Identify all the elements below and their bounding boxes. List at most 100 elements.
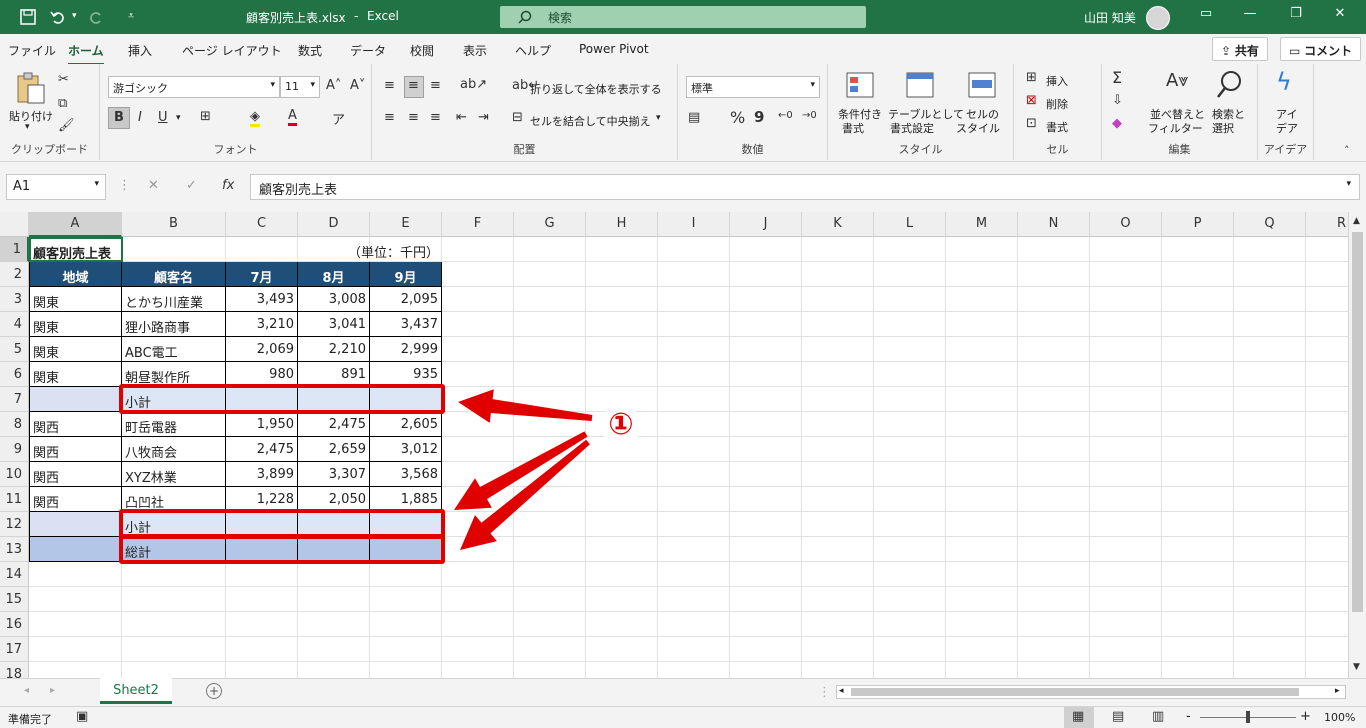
row-header-3[interactable]: 3: [0, 287, 29, 312]
font-size-dropdown[interactable]: 11 ▾: [280, 76, 320, 98]
cell-styles-icon[interactable]: [968, 72, 996, 98]
cell-region[interactable]: [29, 512, 122, 537]
row-header-15[interactable]: 15: [0, 587, 29, 612]
cell-customer[interactable]: とかち川産業: [122, 287, 226, 312]
row-header-14[interactable]: 14: [0, 562, 29, 587]
clear-icon[interactable]: ◆: [1112, 116, 1122, 131]
borders-icon[interactable]: ⊞: [200, 109, 211, 124]
select-all-corner[interactable]: [0, 212, 29, 237]
number-format-dropdown[interactable]: 標準 ▾: [686, 76, 820, 98]
ideas-icon[interactable]: ϟ: [1276, 68, 1292, 96]
column-header-b[interactable]: B: [122, 212, 226, 237]
zoom-slider-thumb[interactable]: [1246, 711, 1250, 723]
decrease-font-icon[interactable]: A˅: [350, 78, 365, 93]
sort-filter-label-2[interactable]: フィルター: [1148, 120, 1203, 136]
row-header-17[interactable]: 17: [0, 637, 29, 662]
zoom-level[interactable]: 100%: [1324, 711, 1355, 724]
merge-center-icon[interactable]: ⊟: [512, 110, 523, 125]
cell-customer[interactable]: XYZ林業: [122, 462, 226, 487]
scroll-left-icon[interactable]: ◂: [839, 686, 844, 696]
tab-file[interactable]: ファイル: [8, 42, 56, 59]
cell-value[interactable]: 3,899: [226, 462, 298, 487]
cell-value[interactable]: 2,475: [298, 412, 370, 437]
macro-record-icon[interactable]: ▣: [76, 709, 88, 724]
spreadsheet-grid[interactable]: ABCDEFGHIJKLMNOPQR 1 2 3 4 5 6 7 8 9 10 11 12 13 14 15…: [0, 212, 1348, 678]
find-select-label-2[interactable]: 選択: [1212, 120, 1234, 136]
tab-home[interactable]: ホーム: [68, 42, 104, 66]
save-icon[interactable]: [20, 9, 36, 25]
underline-dropdown-icon[interactable]: ▾: [176, 113, 181, 123]
paste-dropdown-icon[interactable]: ▾: [25, 122, 30, 132]
insert-cells-icon[interactable]: ⊞: [1026, 70, 1037, 85]
column-header-k[interactable]: K: [802, 212, 874, 237]
close-icon[interactable]: ✕: [1330, 6, 1350, 26]
column-header-n[interactable]: N: [1018, 212, 1090, 237]
format-cells-icon[interactable]: ⊡: [1026, 116, 1037, 131]
align-left-icon[interactable]: ≡: [384, 110, 395, 125]
cell-region[interactable]: [29, 387, 122, 412]
scroll-up-icon[interactable]: ▲: [1353, 216, 1360, 226]
zoom-in-button[interactable]: +: [1300, 709, 1311, 724]
cell-customer[interactable]: 町岳電器: [122, 412, 226, 437]
column-header-i[interactable]: I: [658, 212, 730, 237]
minimize-icon[interactable]: —: [1240, 6, 1260, 26]
phonetic-icon[interactable]: ア: [332, 109, 345, 128]
conditional-format-icon[interactable]: [846, 72, 874, 98]
ideas-label-2[interactable]: デア: [1276, 120, 1298, 136]
cancel-entry-icon[interactable]: ✕: [148, 178, 159, 193]
tab-help[interactable]: ヘルプ: [515, 42, 551, 59]
cell-customer[interactable]: ABC電工: [122, 337, 226, 362]
format-painter-icon[interactable]: 🖌: [58, 118, 75, 133]
bold-button[interactable]: B: [114, 110, 124, 125]
cell-value[interactable]: 3,307: [298, 462, 370, 487]
align-right-icon[interactable]: ≡: [430, 110, 441, 125]
cell-value[interactable]: 2,659: [298, 437, 370, 462]
cell-value[interactable]: 3,008: [298, 287, 370, 312]
page-layout-view-icon[interactable]: ▤: [1112, 709, 1124, 724]
next-sheet-icon[interactable]: ▸: [50, 685, 55, 696]
column-header-f[interactable]: F: [442, 212, 514, 237]
insert-function-button[interactable]: fx: [222, 178, 234, 193]
zoom-out-button[interactable]: -: [1186, 709, 1191, 724]
cell-region[interactable]: 関東: [29, 337, 122, 362]
decrease-indent-icon[interactable]: ⇤: [456, 110, 467, 125]
find-select-icon[interactable]: [1216, 70, 1242, 100]
page-break-view-icon[interactable]: ▥: [1152, 709, 1164, 724]
row-header-6[interactable]: 6: [0, 362, 29, 387]
cell-value[interactable]: 2,069: [226, 337, 298, 362]
row-header-2[interactable]: 2: [0, 262, 29, 287]
format-as-table-label-2[interactable]: 書式設定: [890, 120, 934, 136]
column-header-o[interactable]: O: [1090, 212, 1162, 237]
increase-decimal-icon[interactable]: ←0: [778, 110, 793, 121]
table-header-cell[interactable]: 顧客名: [122, 262, 226, 287]
horizontal-scrollbar[interactable]: ◂ ▸: [836, 685, 1346, 699]
increase-font-icon[interactable]: A˄: [326, 78, 341, 93]
tab-insert[interactable]: 挿入: [128, 42, 152, 59]
tab-data[interactable]: データ: [350, 42, 386, 59]
cell-value[interactable]: 2,999: [370, 337, 442, 362]
row-header-11[interactable]: 11: [0, 487, 29, 512]
add-sheet-button[interactable]: +: [206, 683, 222, 699]
font-name-dropdown[interactable]: 游ゴシック ▾: [108, 76, 280, 98]
column-header-p[interactable]: P: [1162, 212, 1234, 237]
customize-quick-access-icon[interactable]: ⩡: [128, 9, 134, 23]
insert-cells-button[interactable]: 挿入: [1046, 73, 1068, 89]
cut-icon[interactable]: ✂: [58, 72, 69, 87]
cell-region[interactable]: 関東: [29, 312, 122, 337]
tab-view[interactable]: 表示: [463, 42, 487, 59]
row-header-1[interactable]: 1: [0, 237, 29, 262]
cell-value[interactable]: 2,475: [226, 437, 298, 462]
redo-icon[interactable]: [88, 9, 104, 25]
accounting-format-icon[interactable]: ▤: [688, 110, 700, 125]
search-box[interactable]: 検索: [500, 6, 866, 28]
cell-value[interactable]: 2,605: [370, 412, 442, 437]
row-header-13[interactable]: 13: [0, 537, 29, 562]
table-header-cell[interactable]: 7月: [226, 262, 298, 287]
conditional-format-label-2[interactable]: 書式: [842, 120, 864, 136]
vertical-scrollbar[interactable]: ▲ ▼: [1348, 212, 1366, 678]
user-name[interactable]: 山田 知美: [1084, 9, 1136, 26]
cell-region[interactable]: 関東: [29, 362, 122, 387]
format-cells-button[interactable]: 書式: [1046, 119, 1068, 135]
restore-icon[interactable]: ❐: [1286, 6, 1306, 26]
table-header-cell[interactable]: 9月: [370, 262, 442, 287]
